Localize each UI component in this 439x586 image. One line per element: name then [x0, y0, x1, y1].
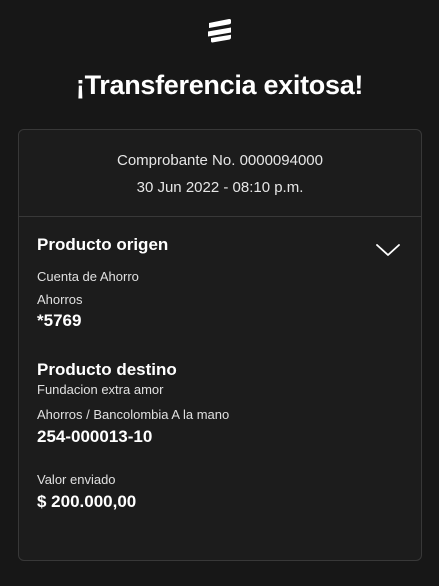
bancolombia-logo-icon	[208, 18, 231, 43]
receipt-header: Comprobante No. 0000094000 30 Jun 2022 -…	[19, 130, 421, 217]
amount-value: $ 200.000,00	[37, 492, 137, 511]
origin-section-title[interactable]: Producto origen	[37, 234, 403, 256]
receipt-body: Producto origen Cuenta de Ahorro Ahorros…	[19, 217, 421, 513]
receipt-card: Comprobante No. 0000094000 30 Jun 2022 -…	[18, 129, 422, 561]
origin-account-subtype: Ahorros	[37, 292, 83, 307]
destination-name: Fundacion extra amor	[37, 382, 164, 397]
chevron-down-icon[interactable]	[375, 242, 401, 258]
destination-section-title: Producto destino	[37, 360, 177, 379]
voucher-number: Comprobante No. 0000094000	[117, 152, 323, 169]
destination-account-number: 254-000013-10	[37, 427, 153, 446]
destination-account: Ahorros / Bancolombia A la mano	[37, 407, 230, 422]
page-title: ¡Transferencia exitosa!	[75, 70, 364, 100]
origin-account-type: Cuenta de Ahorro	[37, 269, 139, 284]
amount-label: Valor enviado	[37, 472, 116, 487]
transfer-success-screen: ¡Transferencia exitosa! Comprobante No. …	[0, 0, 439, 586]
transaction-datetime: 30 Jun 2022 - 08:10 p.m.	[136, 179, 304, 196]
origin-account-number: *5769	[37, 311, 82, 330]
